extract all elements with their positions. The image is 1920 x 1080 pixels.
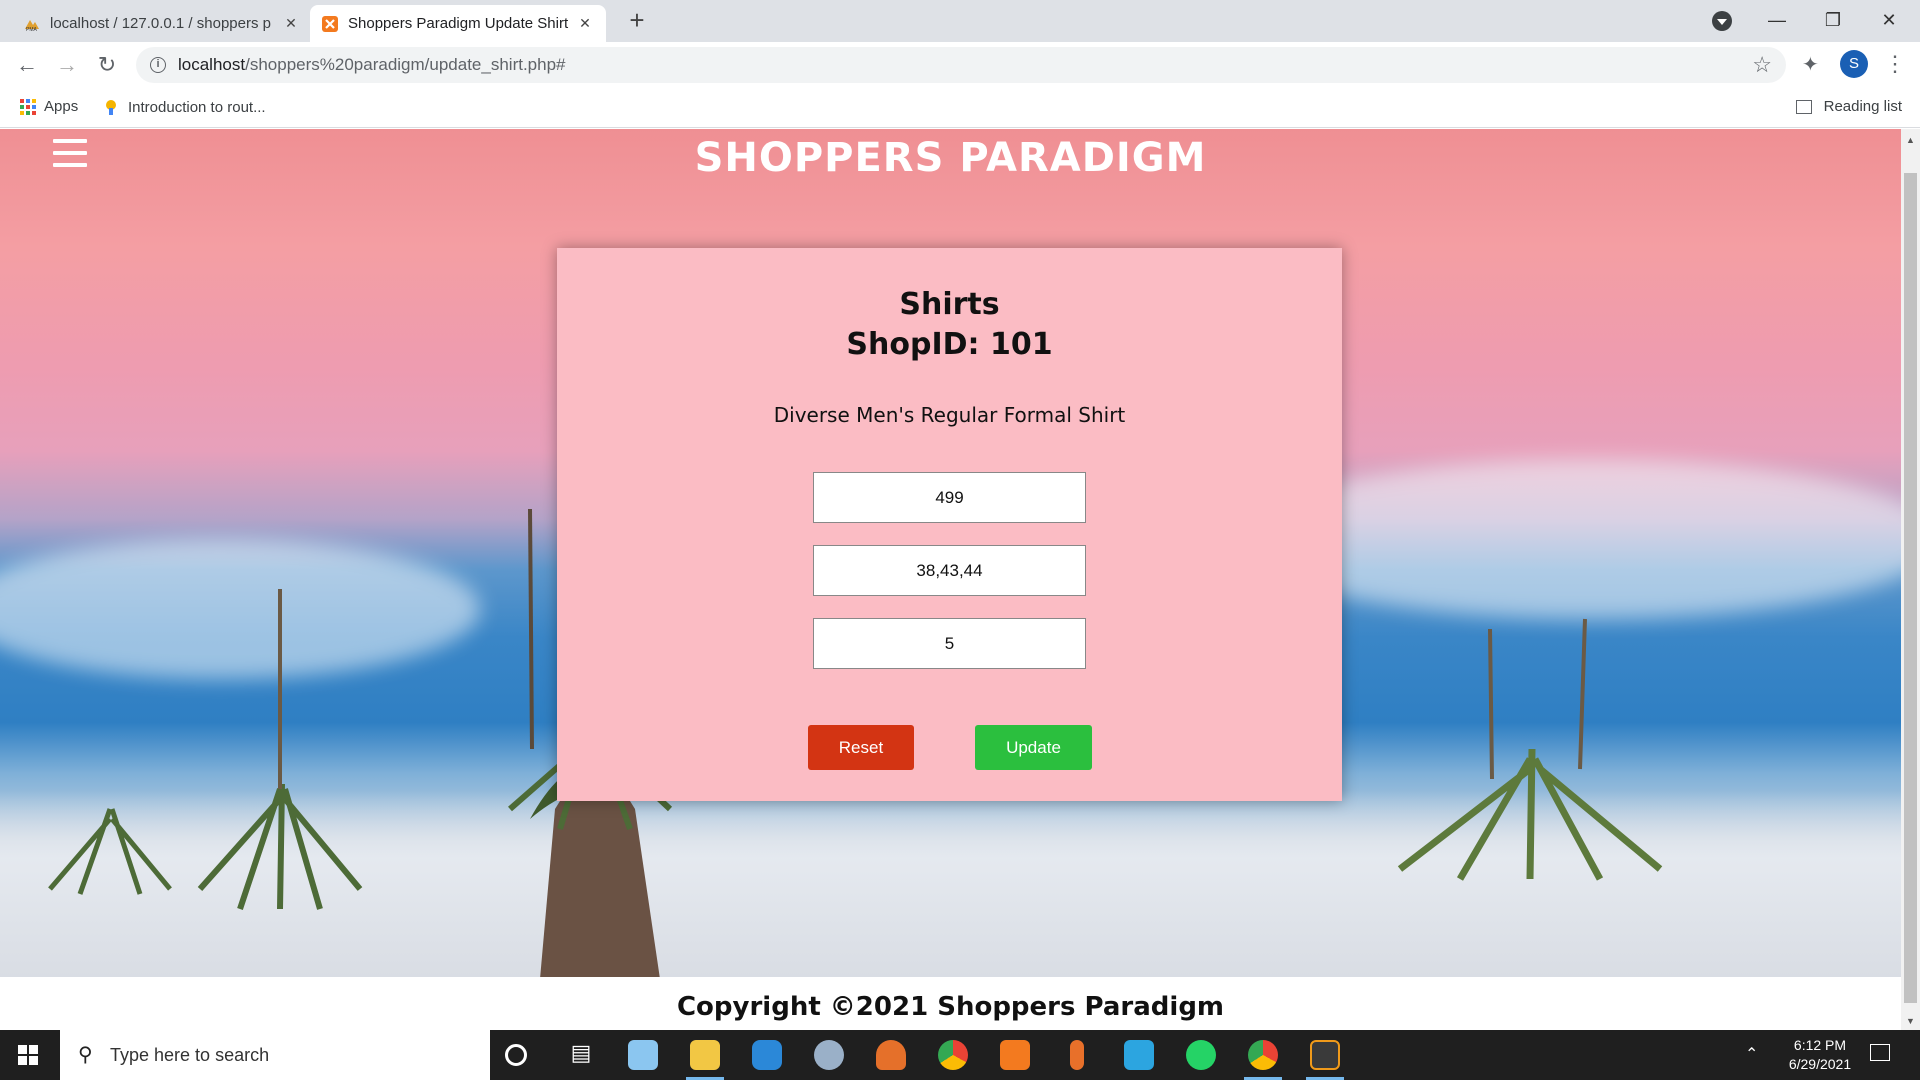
xampp-icon[interactable] [1000, 1040, 1030, 1070]
store-icon[interactable] [752, 1040, 782, 1070]
task-view-icon[interactable]: ▤ [566, 1040, 596, 1070]
search-icon: ⚲ [78, 1044, 93, 1066]
page-scrollbar[interactable]: ▲ ▼ [1901, 129, 1920, 1030]
product-name: Diverse Men's Regular Formal Shirt [773, 403, 1126, 427]
scroll-down-icon[interactable]: ▼ [1906, 1016, 1915, 1026]
reading-list-icon [1795, 99, 1812, 114]
bookmark-apps[interactable]: Apps [20, 98, 78, 115]
reload-icon[interactable]: ↻ [94, 52, 120, 78]
price-input[interactable] [813, 472, 1086, 523]
snipping-tool-icon[interactable] [814, 1040, 844, 1070]
site-title: SHOPPERS PARADIGM [694, 135, 1207, 181]
yucca-plant-image [1397, 618, 1663, 881]
shop-id-label: ShopID: 101 [846, 327, 1053, 362]
quantity-input[interactable] [813, 618, 1086, 669]
close-tab-icon[interactable]: ✕ [282, 15, 300, 32]
page-footer: Copyright ©2021 Shoppers Paradigm [0, 977, 1901, 1030]
mega-cloud-icon[interactable] [876, 1040, 906, 1070]
extensions-icon[interactable]: ✦ [1802, 52, 1819, 77]
taskbar-clock[interactable]: 6:12 PM 6/29/2021 [1770, 1036, 1870, 1074]
yucca-plant-image [197, 589, 363, 910]
url-text[interactable]: localhost/shoppers%20paradigm/update_shi… [178, 55, 566, 75]
bookmark-label: Apps [44, 98, 79, 115]
chrome-icon[interactable] [938, 1040, 968, 1070]
bookmarks-bar: Apps Introduction to rout... Reading lis… [0, 88, 1920, 128]
reset-button[interactable]: Reset [808, 725, 914, 770]
bookmark-intro-routing[interactable]: Introduction to rout... [102, 98, 266, 116]
reading-list-button[interactable]: Reading list [1795, 98, 1902, 115]
tab-phpmyadmin[interactable]: PMA localhost / 127.0.0.1 / shoppers p ✕ [12, 5, 312, 42]
tab-title: Shoppers Paradigm Update Shirt [348, 15, 569, 32]
tab-update-shirt[interactable]: Shoppers Paradigm Update Shirt ✕ [310, 5, 606, 42]
taskbar-search-placeholder: Type here to search [110, 1045, 270, 1065]
forward-icon[interactable]: → [54, 52, 80, 78]
page-viewport: SHOPPERS PARADIGM Shirts ShopID: 101 Div… [0, 129, 1901, 1030]
windows-taskbar: ⚲ Type here to search ▤ ⌃ 6:12 PM 6/29/2… [0, 1030, 1920, 1080]
bookmark-site-icon [106, 100, 116, 115]
update-shirt-card: Shirts ShopID: 101 Diverse Men's Regular… [557, 248, 1342, 801]
url-host: localhost [178, 55, 246, 74]
browser-menu-icon[interactable]: ⋮ [1884, 50, 1906, 78]
tab-title: localhost / 127.0.0.1 / shoppers p [50, 15, 271, 32]
bookmark-label: Introduction to rout... [128, 98, 266, 116]
address-bar[interactable]: i localhost/shoppers%20paradigm/update_s… [136, 47, 1786, 83]
browser-toolbar: ← → ↻ i localhost/shoppers%20paradigm/up… [0, 42, 1920, 88]
xampp-icon [322, 15, 338, 32]
chrome-active-icon[interactable] [1248, 1040, 1278, 1070]
new-tab-button[interactable]: + [625, 7, 649, 33]
microphone-icon[interactable] [1070, 1040, 1084, 1070]
tab-search-icon[interactable] [1712, 11, 1732, 31]
profile-avatar[interactable]: S [1840, 50, 1868, 78]
update-button[interactable]: Update [975, 725, 1092, 770]
svg-text:PMA: PMA [26, 27, 38, 32]
clock-time: 6:12 PM [1793, 1037, 1847, 1053]
cortana-icon[interactable] [505, 1044, 527, 1066]
whatsapp-icon[interactable] [1186, 1040, 1216, 1070]
tray-caret-icon[interactable]: ⌃ [1745, 1044, 1758, 1064]
scroll-up-icon[interactable]: ▲ [1906, 135, 1915, 145]
taskbar-search-box[interactable]: ⚲ Type here to search [60, 1030, 490, 1080]
sizes-input[interactable] [813, 545, 1086, 596]
close-tab-icon[interactable]: ✕ [576, 15, 594, 32]
clock-date: 6/29/2021 [1788, 1056, 1852, 1072]
file-explorer-icon[interactable] [690, 1040, 720, 1070]
browser-tab-strip: PMA localhost / 127.0.0.1 / shoppers p ✕… [0, 0, 1920, 42]
yucca-plant-image [48, 808, 172, 895]
url-path: /shoppers%20paradigm/update_shirt.php# [245, 55, 566, 74]
scroll-thumb[interactable] [1904, 173, 1917, 1003]
messaging-app-icon[interactable] [1124, 1040, 1154, 1070]
notification-icon[interactable] [1870, 1044, 1890, 1061]
apps-grid-icon [20, 98, 36, 115]
back-icon[interactable]: ← [14, 52, 40, 78]
sublime-text-icon[interactable] [1310, 1040, 1340, 1070]
bookmark-star-icon[interactable]: ☆ [1752, 52, 1772, 78]
reading-list-label: Reading list [1823, 98, 1902, 115]
windows-start-icon[interactable] [18, 1045, 38, 1065]
site-info-icon[interactable]: i [150, 57, 166, 73]
phpmyadmin-icon: PMA [25, 19, 39, 32]
card-title: Shirts [899, 287, 1000, 322]
close-window-icon[interactable]: ✕ [1874, 8, 1904, 32]
restore-icon[interactable]: ❐ [1818, 8, 1848, 32]
paint-icon[interactable] [628, 1040, 658, 1070]
minimize-icon[interactable]: — [1762, 8, 1792, 32]
